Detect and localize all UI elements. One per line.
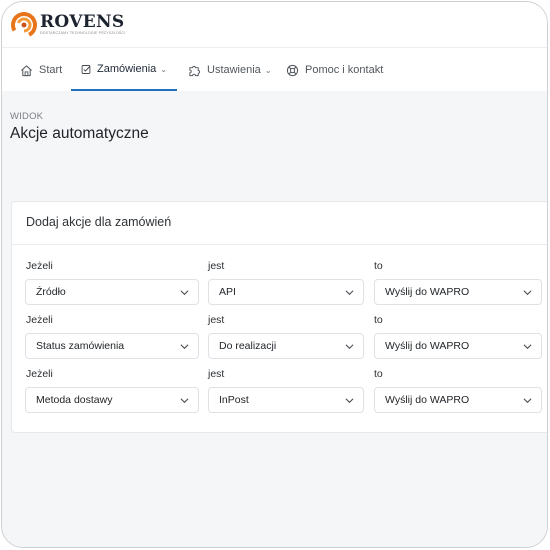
puzzle-icon	[189, 65, 201, 76]
condition-field-select[interactable]: Źródło	[25, 279, 199, 305]
automation-card: Dodaj akcje dla zamówień Jeżeli jest to …	[11, 201, 547, 433]
brand-name: ROVENS	[40, 12, 125, 32]
nav-item-start[interactable]: Start	[20, 49, 62, 91]
logo-swirl-icon	[11, 11, 38, 38]
if-label: Jeżeli	[26, 314, 53, 326]
chevron-down-icon	[523, 344, 532, 350]
condition-field-select[interactable]: Status zamówienia	[25, 333, 199, 359]
is-label: jest	[208, 314, 225, 326]
main-content: WIDOK Akcje automatyczne Dodaj akcje dla…	[2, 91, 547, 547]
chevron-down-icon	[180, 344, 189, 350]
select-value: Źródło	[36, 286, 66, 298]
top-header: ROVENS DOSTARCZAMY TECHNOLOGIE PRZYSZŁOŚ…	[2, 2, 547, 48]
nav-label-help: Pomoc i kontakt	[305, 64, 384, 76]
checkbox-icon	[81, 64, 91, 74]
if-label: Jeżeli	[26, 368, 53, 380]
nav-label-settings: Ustawienia	[207, 64, 261, 76]
condition-field-select[interactable]: Metoda dostawy	[25, 387, 199, 413]
chevron-down-icon	[523, 290, 532, 296]
card-header: Dodaj akcje dla zamówień	[12, 202, 547, 245]
nav-item-orders[interactable]: Zamówienia ⌄	[71, 49, 177, 91]
breadcrumb: WIDOK	[10, 111, 44, 122]
select-value: Metoda dostawy	[36, 394, 113, 406]
brand-tagline: DOSTARCZAMY TECHNOLOGIE PRZYSZŁOŚCI	[40, 31, 126, 35]
is-label: jest	[208, 368, 225, 380]
chevron-down-icon	[345, 344, 354, 350]
action-select[interactable]: Wyślij do WAPRO	[374, 333, 542, 359]
chevron-down-icon	[523, 398, 532, 404]
chevron-down-icon	[345, 290, 354, 296]
to-label: to	[374, 368, 383, 380]
app-frame: ROVENS DOSTARCZAMY TECHNOLOGIE PRZYSZŁOŚ…	[1, 1, 548, 548]
chevron-down-icon	[180, 398, 189, 404]
lifebuoy-icon	[286, 64, 299, 76]
select-value: API	[219, 286, 236, 298]
select-value: Status zamówienia	[36, 340, 125, 352]
action-select[interactable]: Wyślij do WAPRO	[374, 279, 542, 305]
nav-label-orders: Zamówienia	[96, 63, 157, 75]
action-select[interactable]: Wyślij do WAPRO	[374, 387, 542, 413]
select-value: Wyślij do WAPRO	[385, 394, 470, 406]
condition-value-select[interactable]: Do realizacji	[208, 333, 364, 359]
chevron-down-icon	[180, 290, 189, 296]
brand-logo[interactable]: ROVENS DOSTARCZAMY TECHNOLOGIE PRZYSZŁOŚ…	[10, 9, 125, 41]
to-label: to	[374, 314, 383, 326]
is-label: jest	[208, 260, 225, 272]
if-label: Jeżeli	[26, 260, 53, 272]
chevron-down-icon	[345, 398, 354, 404]
card-title: Dodaj akcje dla zamówień	[26, 215, 172, 229]
select-value: Do realizacji	[219, 340, 277, 352]
condition-value-select[interactable]: API	[208, 279, 364, 305]
condition-value-select[interactable]: InPost	[208, 387, 364, 413]
nav-item-settings[interactable]: Ustawienia ⌄	[188, 49, 272, 91]
chevron-down-icon: ⌄	[160, 64, 167, 74]
nav-item-help[interactable]: Pomoc i kontakt	[286, 49, 383, 91]
home-icon	[21, 64, 32, 76]
chevron-down-icon: ⌄	[264, 65, 272, 75]
to-label: to	[374, 260, 383, 272]
select-value: Wyślij do WAPRO	[385, 286, 470, 298]
select-value: Wyślij do WAPRO	[385, 340, 470, 352]
page-title: Akcje automatyczne	[10, 125, 149, 142]
nav-label-start: Start	[39, 64, 63, 76]
select-value: InPost	[219, 394, 249, 406]
main-nav: Start Zamówienia ⌄ Ustawienia ⌄ Pomoc i …	[2, 49, 547, 91]
